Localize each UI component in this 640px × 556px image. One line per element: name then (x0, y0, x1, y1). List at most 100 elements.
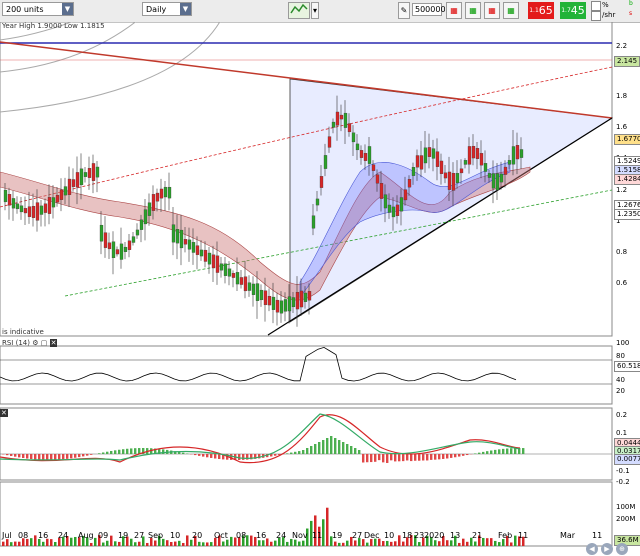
macd-bar (14, 454, 17, 457)
candlestick (271, 296, 276, 310)
candlestick (31, 205, 36, 218)
macd-bar (286, 453, 289, 454)
order-button-1[interactable]: ▦ (446, 2, 462, 19)
chart-icon (290, 3, 308, 14)
order-button-3[interactable]: ▦ (484, 2, 500, 19)
volume-bar (450, 540, 453, 546)
candlestick (55, 194, 60, 203)
macd-bar (346, 444, 349, 454)
candlestick (263, 290, 268, 306)
macd-bar (18, 454, 21, 458)
macd-bar (62, 454, 65, 460)
volume-bar (286, 541, 289, 546)
x-tick-label: 19 (332, 531, 343, 540)
volume-bar (42, 541, 45, 546)
price-chart[interactable] (0, 22, 640, 556)
macd-bar (478, 452, 481, 454)
candlestick (175, 229, 180, 244)
order-icon: ▦ (507, 6, 515, 15)
candlestick (75, 172, 80, 188)
candlestick (359, 150, 364, 158)
chart-style-button[interactable] (288, 2, 310, 19)
macd-bar (10, 454, 13, 456)
candlestick (223, 263, 228, 276)
volume-bar (166, 540, 169, 546)
macd-bar (134, 448, 137, 454)
macd-bar (474, 453, 477, 454)
macd-bar (366, 454, 369, 463)
candlestick (499, 173, 504, 183)
macd-bar (506, 448, 509, 454)
volume-bar (246, 535, 249, 546)
price-tick-label: 1.8 (616, 92, 628, 100)
candlestick (235, 272, 240, 285)
period-select[interactable]: Daily ▼ (142, 2, 192, 16)
x-tick-label: 11 (518, 531, 529, 540)
rsi-tick-label: 40 (616, 376, 625, 384)
candlestick (303, 292, 308, 302)
candlestick (199, 249, 204, 257)
pct-checkbox[interactable] (591, 1, 601, 11)
volume-bar (334, 541, 337, 546)
volume-bar (170, 542, 173, 546)
gear-icon[interactable]: ⚙ (32, 339, 38, 347)
x-tick-label: 16 (38, 531, 49, 540)
candlestick (139, 219, 144, 230)
candlestick (503, 166, 508, 175)
order-button-2[interactable]: ▦ (465, 2, 481, 19)
x-tick-label: Mar (560, 531, 576, 540)
x-tick-label: 13 (450, 531, 461, 540)
candlestick (227, 268, 232, 277)
x-tick-label: 11 (312, 531, 323, 540)
units-select[interactable]: 200 units ▼ (2, 2, 74, 16)
candlestick (267, 295, 272, 306)
candlestick (19, 205, 24, 213)
volume-bar (346, 540, 349, 546)
chevron-down-icon[interactable]: ▼ (62, 3, 73, 15)
close-icon[interactable]: ✕ (0, 409, 8, 417)
candlestick (7, 194, 12, 206)
scroll-left-button[interactable]: ◀ (586, 543, 598, 555)
zoom-button[interactable]: ⊕ (616, 543, 628, 555)
macd-bar (34, 454, 37, 460)
macd-bar (82, 454, 85, 457)
close-icon[interactable]: ✕ (49, 339, 58, 347)
volume-bar (50, 539, 53, 546)
chevron-down-icon[interactable]: ▼ (180, 3, 191, 15)
macd-bar (110, 450, 113, 454)
candlestick (155, 192, 160, 202)
candlestick (339, 114, 344, 120)
buy-price-button[interactable]: 1.745 (560, 2, 586, 19)
scroll-right-button[interactable]: ▶ (601, 543, 613, 555)
pct-label: % (602, 1, 609, 9)
candlestick (295, 291, 300, 310)
candlestick (239, 277, 244, 285)
window-icon[interactable]: ▢ (41, 339, 48, 347)
candlestick (207, 252, 212, 265)
macd-bar (30, 454, 33, 460)
volume-bar (54, 542, 57, 546)
quantity-input[interactable]: 500000 (412, 3, 446, 16)
x-tick-label: Dec (364, 531, 380, 540)
per-share-label: /shr (602, 11, 616, 19)
macd-bar (358, 450, 361, 454)
sell-price-button[interactable]: 1.165 (528, 2, 554, 19)
rsi-label: RSI (14) (2, 339, 30, 347)
candlestick (11, 198, 16, 209)
per-share-checkbox[interactable] (591, 11, 601, 21)
sell-price-main: 65 (538, 4, 553, 17)
chart-style-dropdown[interactable]: ▾ (311, 2, 319, 19)
volume-bar (202, 542, 205, 546)
macd-bar (350, 446, 353, 454)
candlestick (251, 283, 256, 295)
macd-tick-label: 0.2 (616, 411, 628, 419)
edit-icon[interactable]: ✎ (398, 2, 410, 19)
volume-bar (230, 536, 233, 546)
candlestick (167, 186, 172, 199)
candlestick (179, 229, 184, 249)
order-button-4[interactable]: ▦ (503, 2, 519, 19)
macd-bar (6, 454, 9, 456)
macd-bar (74, 454, 77, 458)
candlestick (383, 194, 388, 209)
order-icon: ▦ (469, 6, 477, 15)
